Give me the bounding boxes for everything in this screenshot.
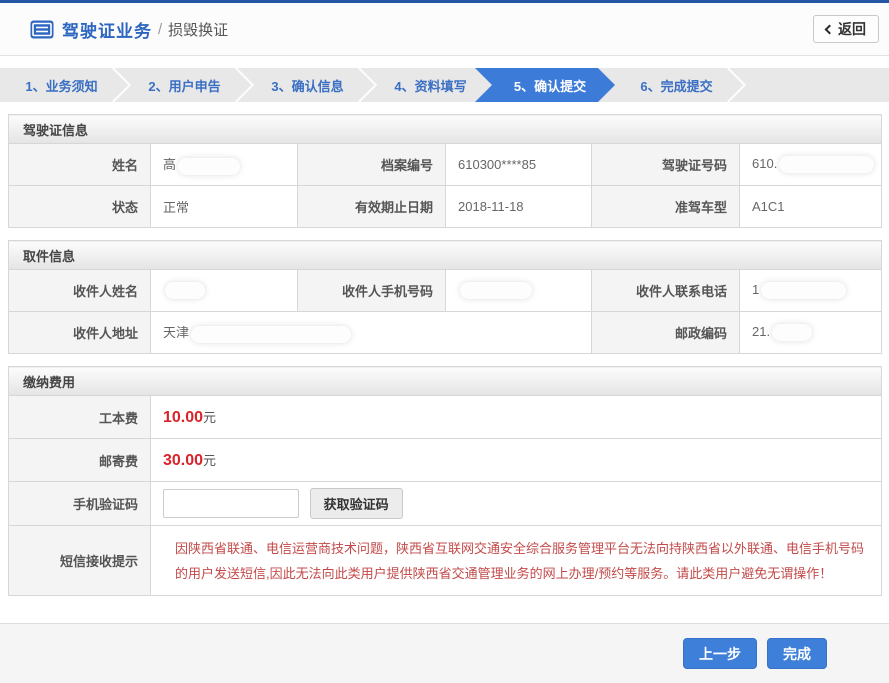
previous-step-button[interactable]: 上一步 — [683, 638, 757, 669]
action-footer: 上一步 完成 — [0, 623, 889, 683]
chevron-left-icon — [825, 25, 835, 35]
recipient-name-value — [151, 270, 298, 312]
pickup-info-section: 取件信息 收件人姓名 收件人手机号码 收件人联系电话 1 收件人地址 天津 邮政… — [8, 240, 881, 354]
step-2-declaration[interactable]: 2、用户申告 — [123, 68, 246, 102]
redaction-smudge — [779, 156, 874, 173]
step-5-confirm-submit[interactable]: 5、确认提交 — [475, 68, 615, 102]
step-3-confirm-info[interactable]: 3、确认信息 — [246, 68, 369, 102]
mobile-label: 收件人手机号码 — [298, 270, 446, 312]
sms-note-cell: 因陕西省联通、电信运营商技术问题，陕西省互联网交通安全综合服务管理平台无法向持陕… — [151, 526, 882, 596]
name-value: 高 — [151, 144, 298, 186]
step-1-notice[interactable]: 1、业务须知 — [0, 68, 123, 102]
recipient-name-label: 收件人姓名 — [9, 270, 151, 312]
step-4-fill-data[interactable]: 4、资料填写 — [369, 68, 492, 102]
vehicle-class-label: 准驾车型 — [592, 186, 740, 228]
page-header: 驾驶证业务 / 损毁换证 返回 — [0, 3, 889, 56]
file-no-value: 610300****85 — [446, 144, 592, 186]
contact-phone-label: 收件人联系电话 — [592, 270, 740, 312]
sms-note-label: 短信接收提示 — [9, 526, 151, 596]
redaction-smudge — [460, 282, 532, 299]
expiry-label: 有效期止日期 — [298, 186, 446, 228]
license-no-value: 610. — [740, 144, 882, 186]
sms-code-cell: 获取验证码 — [151, 482, 882, 526]
section-title-license: 驾驶证信息 — [9, 115, 882, 144]
file-no-label: 档案编号 — [298, 144, 446, 186]
license-form-icon — [30, 20, 54, 39]
sms-code-input[interactable] — [163, 489, 299, 518]
back-button[interactable]: 返回 — [813, 15, 879, 43]
status-value: 正常 — [151, 186, 298, 228]
vehicle-class-value: A1C1 — [740, 186, 882, 228]
redaction-smudge — [772, 324, 812, 341]
page-subtitle: 损毁换证 — [168, 19, 228, 40]
zip-value: 21. — [740, 312, 882, 354]
finish-button[interactable]: 完成 — [767, 638, 827, 669]
section-title-fees: 缴纳费用 — [9, 367, 882, 396]
postage-fee-value: 30.00元 — [151, 439, 882, 482]
section-title-pickup: 取件信息 — [9, 241, 882, 270]
license-no-label: 驾驶证号码 — [592, 144, 740, 186]
redaction-smudge — [761, 282, 846, 299]
postage-fee-label: 邮寄费 — [9, 439, 151, 482]
production-fee-value: 10.00元 — [151, 396, 882, 439]
redaction-smudge — [165, 282, 205, 299]
redaction-smudge — [178, 158, 240, 175]
mobile-value — [446, 270, 592, 312]
sms-note-text: 因陕西省联通、电信运营商技术问题，陕西省互联网交通安全综合服务管理平台无法向持陕… — [163, 528, 881, 594]
expiry-value: 2018-11-18 — [446, 186, 592, 228]
address-label: 收件人地址 — [9, 312, 151, 354]
get-sms-code-button[interactable]: 获取验证码 — [310, 488, 403, 519]
sms-code-label: 手机验证码 — [9, 482, 151, 526]
title-separator: / — [158, 21, 162, 38]
address-value: 天津 — [151, 312, 592, 354]
name-label: 姓名 — [9, 144, 151, 186]
zip-label: 邮政编码 — [592, 312, 740, 354]
redaction-smudge — [191, 326, 351, 343]
license-info-section: 驾驶证信息 姓名 高 档案编号 610300****85 驾驶证号码 610. … — [8, 114, 881, 228]
back-button-label: 返回 — [838, 19, 866, 39]
status-label: 状态 — [9, 186, 151, 228]
step-6-complete[interactable]: 6、完成提交 — [615, 68, 738, 102]
page-title: 驾驶证业务 — [62, 17, 152, 42]
fees-section: 缴纳费用 工本费 10.00元 邮寄费 30.00元 手机验证码 获取验证码 短… — [8, 366, 881, 596]
production-fee-label: 工本费 — [9, 396, 151, 439]
contact-phone-value: 1 — [740, 270, 882, 312]
step-wizard: 1、业务须知 2、用户申告 3、确认信息 4、资料填写 5、确认提交 6、完成提… — [0, 68, 889, 102]
